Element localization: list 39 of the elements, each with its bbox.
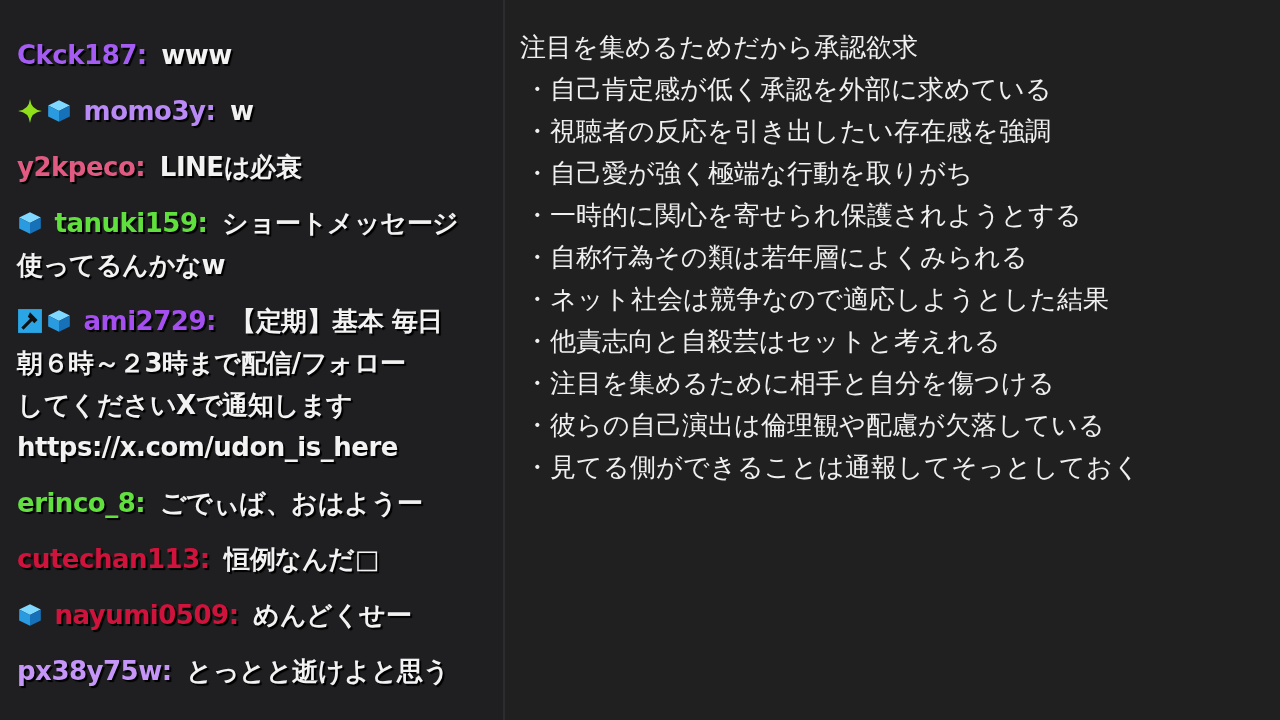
chat-message: w — [230, 96, 254, 126]
chat-message: LINEは必衰 — [159, 152, 302, 182]
hammer-icon — [17, 308, 43, 334]
username[interactable]: ami2729: — [83, 306, 216, 336]
username[interactable]: tanuki159: — [54, 208, 208, 238]
chat-message: 朝６時～２3時まで配信/フォロー — [17, 348, 406, 378]
cube-icon — [17, 602, 43, 628]
chat-message: 使ってるんかなw — [17, 250, 226, 280]
note-line: ・見てる側ができることは通報してそっとしておく — [523, 451, 1141, 484]
chat-message: とっとと逝けよと思う — [186, 656, 450, 686]
username[interactable]: erinco_8: — [17, 488, 146, 518]
note-line: ・自称行為その類は若年層によくみられる — [523, 241, 1029, 274]
username[interactable]: cutechan113: — [17, 544, 210, 574]
cube-icon — [46, 308, 72, 334]
cube-icon — [17, 210, 43, 236]
username[interactable]: px38y75w: — [17, 656, 172, 686]
chat-message: ショートメッセージ — [222, 208, 459, 238]
note-line: ・視聴者の反応を引き出したい存在感を強調 — [523, 115, 1052, 148]
note-title: 注目を集めるためだから承認欲求 — [520, 31, 919, 64]
sparkle-icon — [17, 98, 43, 124]
chat-message: してくださいXで通知します — [17, 390, 353, 420]
note-line: ・自己肯定感が低く承認を外部に求めている — [523, 73, 1053, 106]
note-line: ・彼らの自己演出は倫理観や配慮が欠落している — [523, 409, 1106, 442]
username[interactable]: y2kpeco: — [17, 152, 146, 182]
chat-message: www — [161, 40, 232, 70]
note-line: ・ネット社会は競争なので適応しようとした結果 — [523, 283, 1110, 316]
username[interactable]: nayumi0509: — [54, 600, 239, 630]
chat-message: めんどくせー — [253, 600, 412, 630]
chat-message: 【定期】基本 毎日 — [230, 306, 443, 336]
chat-message: ごでぃば、おはようー — [159, 488, 423, 518]
note-line: ・一時的に関心を寄せられ保護されようとする — [523, 199, 1083, 232]
note-line: ・注目を集めるために相手と自分を傷つける — [523, 367, 1056, 400]
note-line: ・自己愛が強く極端な行動を取りがち — [523, 157, 974, 190]
note-line: ・他責志向と自殺芸はセットと考えれる — [523, 325, 1002, 358]
username[interactable]: momo3y: — [83, 96, 216, 126]
chat-message: https://x.com/udon_is_here — [17, 432, 398, 462]
cube-icon — [46, 98, 72, 124]
chat-message: 恒例なんだ□ — [224, 544, 379, 574]
username[interactable]: Ckck187: — [17, 40, 147, 70]
